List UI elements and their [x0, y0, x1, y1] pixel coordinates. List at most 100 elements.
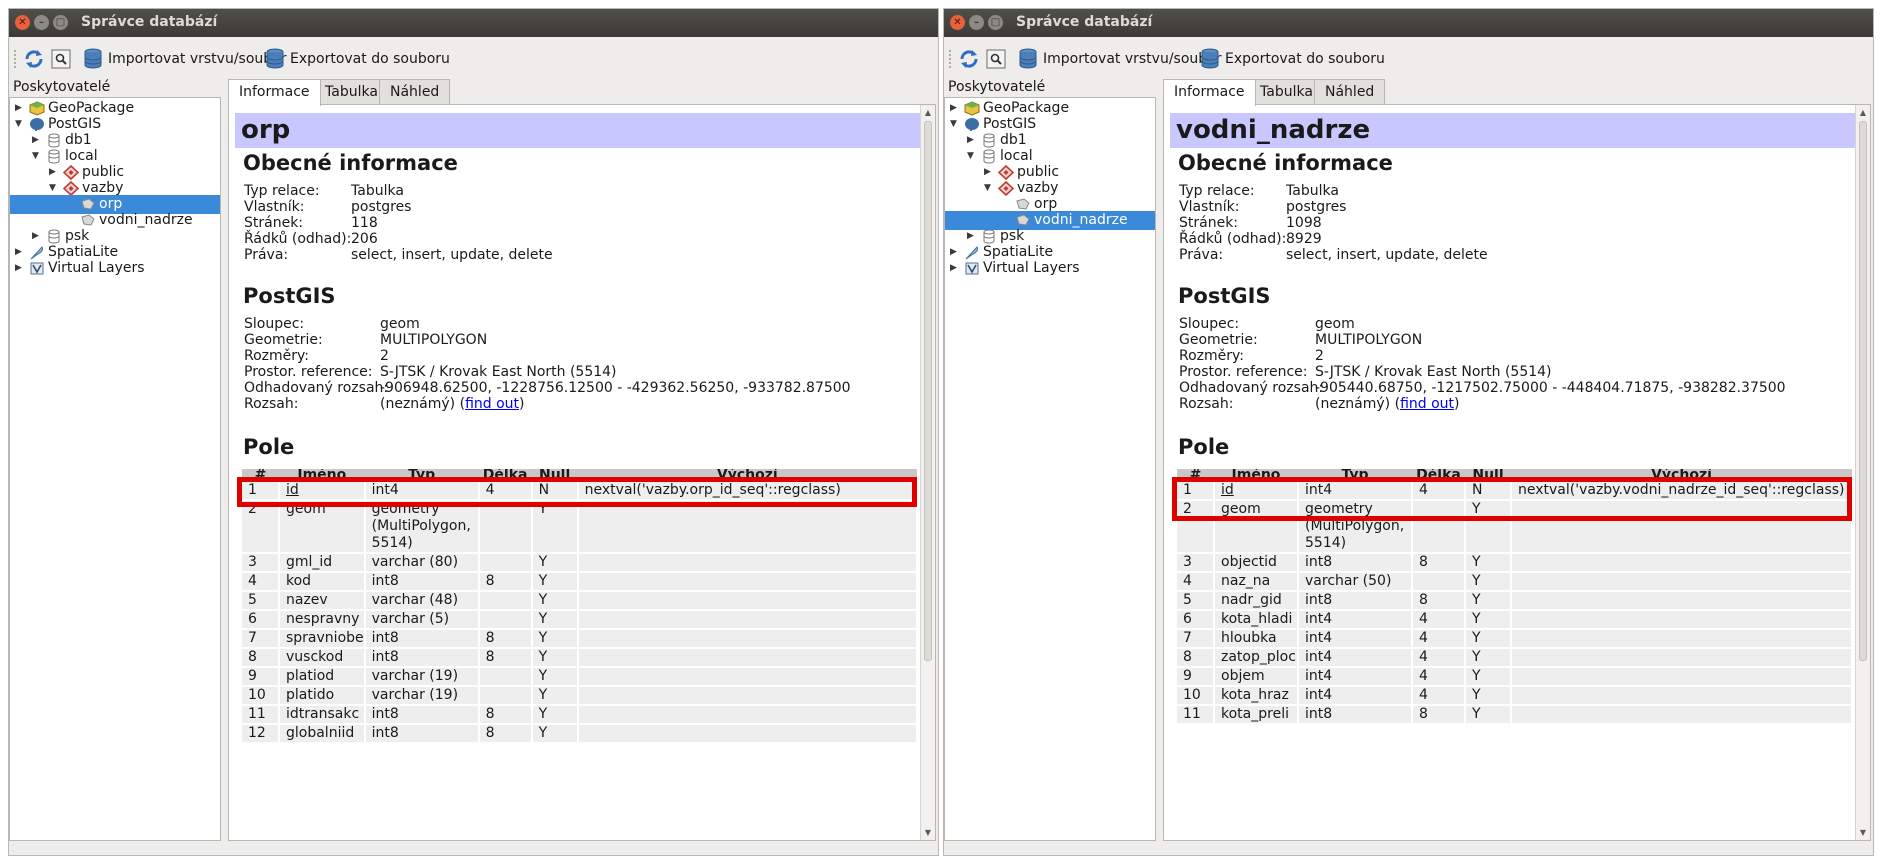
cell: 4	[1177, 572, 1215, 592]
maximize-icon[interactable]: □	[988, 15, 1003, 30]
cell: objem	[1214, 667, 1299, 687]
col-header-null[interactable]: Null	[531, 469, 578, 482]
spatialite-feather-icon	[965, 246, 978, 260]
refresh-button[interactable]	[958, 47, 980, 71]
col-header-type[interactable]: Typ	[364, 469, 479, 482]
tab-nahled[interactable]: Náhled	[1314, 79, 1386, 105]
cell: 7	[1177, 629, 1215, 649]
col-header-name[interactable]: Jméno	[279, 469, 365, 482]
cell: nextval('vazby.orp_id_seq'::regclass)	[577, 482, 919, 501]
scroll-up-icon[interactable]: ▲	[921, 105, 935, 120]
cell: 9	[242, 667, 280, 687]
cell: int8	[364, 705, 480, 725]
expand-arrow-icon[interactable]: ▶	[15, 259, 25, 278]
cell	[1511, 667, 1853, 687]
tab-nahled[interactable]: Náhled	[379, 79, 451, 105]
tab-tabulka[interactable]: Tabulka	[1249, 79, 1324, 105]
cell: hloubka	[1214, 629, 1299, 649]
table-row: 11 idtransakc int8 8 Y	[242, 705, 919, 725]
close-icon[interactable]: ✕	[15, 15, 30, 30]
database-icon	[983, 229, 995, 244]
cell: 8	[478, 629, 533, 649]
table-row: 2 geom geometry (MultiPolygon, 5514) Y	[1177, 500, 1853, 554]
cell	[577, 500, 919, 554]
toolbar-grip[interactable]	[13, 49, 17, 69]
cell: 10	[1177, 686, 1215, 706]
col-header-default[interactable]: Výchozí	[577, 469, 917, 482]
tab-informace[interactable]: Informace	[1163, 79, 1256, 106]
col-header-null[interactable]: Null	[1465, 469, 1511, 482]
cell: Y	[531, 500, 579, 554]
cell: zatop_ploc	[1214, 648, 1299, 668]
tab-informace[interactable]: Informace	[228, 79, 321, 106]
refresh-button[interactable]	[23, 47, 45, 71]
schema-icon	[63, 181, 79, 196]
col-header-type[interactable]: Typ	[1298, 469, 1412, 482]
import-layer-button[interactable]: Importovat vrstvu/soubor	[83, 47, 286, 71]
tab-tabulka[interactable]: Tabulka	[314, 79, 389, 105]
cell	[478, 667, 533, 687]
cell	[577, 705, 919, 725]
export-label: Exportovat do souboru	[1225, 51, 1385, 67]
find-out-link[interactable]: find out	[465, 396, 519, 412]
cell: 2	[242, 500, 280, 554]
scroll-up-icon[interactable]: ▲	[1856, 105, 1870, 120]
cell: Y	[1465, 591, 1512, 611]
vertical-scrollbar[interactable]: ▲ ▼	[1855, 105, 1870, 840]
query-button[interactable]	[986, 47, 1006, 71]
export-label: Exportovat do souboru	[290, 51, 450, 67]
vertical-scrollbar[interactable]: ▲ ▼	[920, 105, 935, 840]
scroll-down-icon[interactable]: ▼	[921, 825, 935, 840]
cell: 8	[478, 724, 533, 744]
col-header-number[interactable]: #	[1177, 469, 1214, 482]
cell: int4	[364, 482, 480, 501]
scroll-down-icon[interactable]: ▼	[1856, 825, 1870, 840]
query-button[interactable]	[51, 47, 71, 71]
find-out-link[interactable]: find out	[1400, 396, 1454, 412]
table-row: 10 kota_hraz int4 4 Y	[1177, 686, 1853, 706]
minimize-icon[interactable]: –	[969, 15, 984, 30]
import-label: Importovat vrstvu/soubor	[108, 51, 287, 67]
cell: Y	[1465, 610, 1512, 630]
toolbar-grip[interactable]	[948, 49, 952, 69]
col-header-number[interactable]: #	[242, 469, 279, 482]
cell	[1511, 648, 1853, 668]
cell	[577, 629, 919, 649]
table-row: 9 objem int4 4 Y	[1177, 667, 1853, 687]
export-button[interactable]: Exportovat do souboru	[1200, 47, 1385, 71]
table-row: 6 kota_hladi int4 4 Y	[1177, 610, 1853, 630]
object-title: orp	[235, 113, 921, 148]
col-header-name[interactable]: Jméno	[1214, 469, 1298, 482]
extent-unknown: (neznámý)	[380, 396, 456, 412]
cell: 4	[478, 482, 533, 501]
cell: spravniobe	[279, 629, 366, 649]
cell: Y	[1465, 705, 1512, 725]
maximize-icon[interactable]: □	[53, 15, 68, 30]
col-header-default[interactable]: Výchozí	[1511, 469, 1852, 482]
cell	[577, 667, 919, 687]
cell: nespravny	[279, 610, 366, 630]
scroll-thumb[interactable]	[924, 121, 932, 661]
minimize-icon[interactable]: –	[34, 15, 49, 30]
tree-item-virtual-layers[interactable]: ▶ Virtual Layers	[10, 259, 220, 278]
expand-arrow-icon[interactable]: ▶	[950, 259, 960, 278]
cell: int4	[1298, 686, 1413, 706]
col-header-length[interactable]: Délka	[1412, 469, 1465, 482]
cell: Y	[531, 648, 579, 668]
object-title: vodni_nadrze	[1170, 113, 1856, 148]
cell	[1511, 686, 1853, 706]
scroll-thumb[interactable]	[1859, 121, 1867, 661]
col-header-length[interactable]: Délka	[478, 469, 532, 482]
import-layer-button[interactable]: Importovat vrstvu/soubor	[1018, 47, 1221, 71]
database-import-icon	[1019, 48, 1037, 69]
table-row: 6 nespravny varchar (5) Y	[242, 610, 919, 630]
fields-table: # Jméno Typ Délka Null Výchozí 1 id int4 4 N…	[242, 469, 919, 744]
cell: vusckod	[279, 648, 366, 668]
tree-item-virtual-layers[interactable]: ▶ Virtual Layers	[945, 259, 1155, 278]
cell	[577, 572, 919, 592]
close-icon[interactable]: ✕	[950, 15, 965, 30]
info-value: select, insert, update, delete	[351, 247, 553, 263]
table-row: 11 kota_preli int8 8 Y	[1177, 705, 1853, 725]
cell: Y	[1465, 572, 1512, 592]
export-button[interactable]: Exportovat do souboru	[265, 47, 450, 71]
